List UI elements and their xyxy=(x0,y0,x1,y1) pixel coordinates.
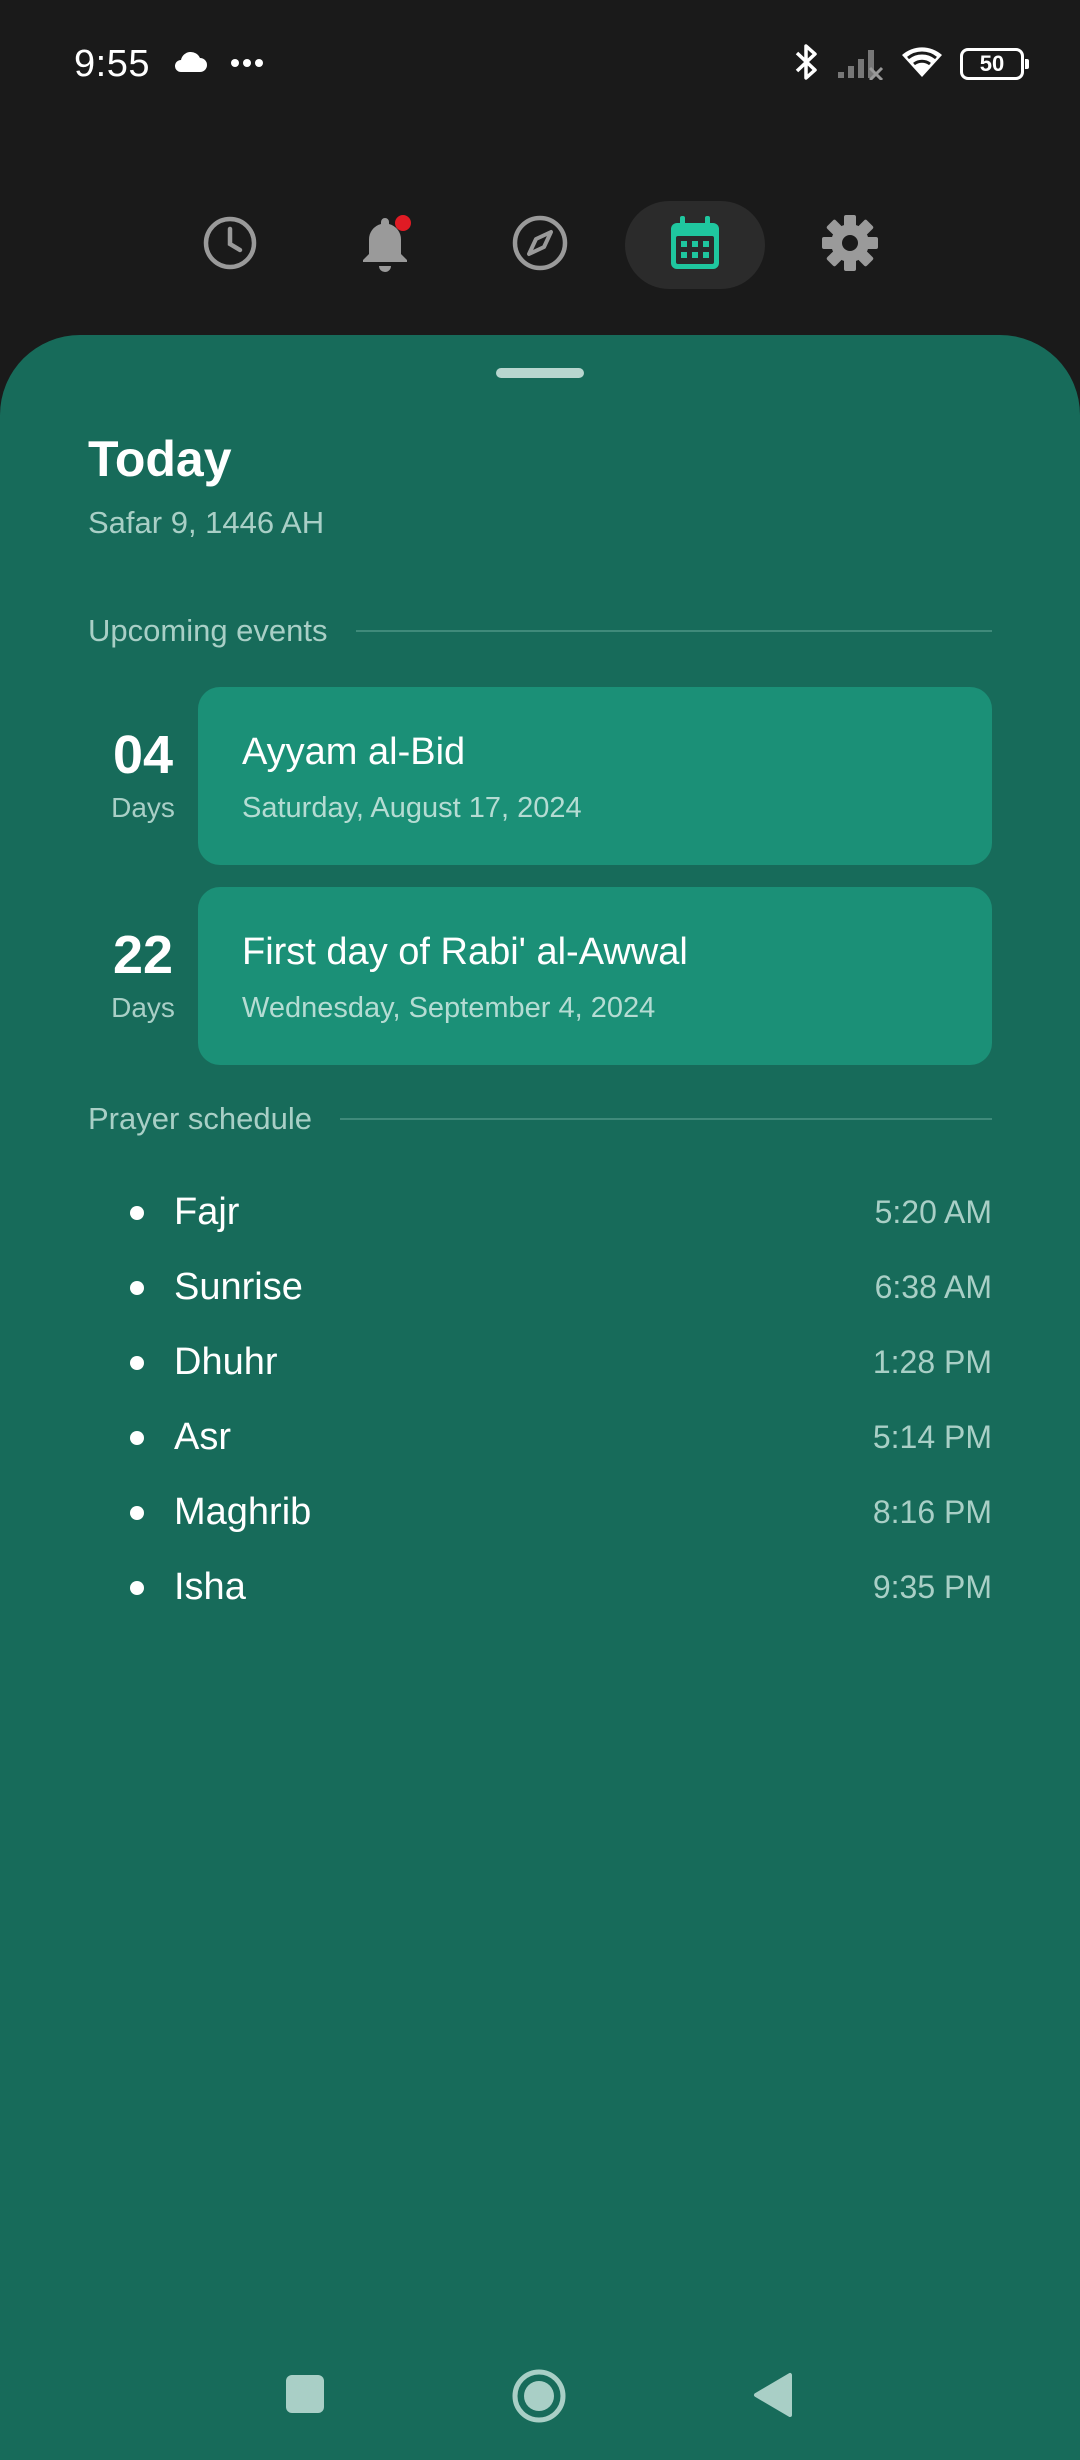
square-icon xyxy=(284,2373,326,2420)
status-time: 9:55 xyxy=(74,42,150,85)
system-navigation-bar xyxy=(0,2350,1080,2440)
list-item: Maghrib 8:16 PM xyxy=(88,1475,992,1550)
event-card[interactable]: Ayyam al-Bid Saturday, August 17, 2024 xyxy=(198,687,992,865)
countdown-unit: Days xyxy=(111,792,175,823)
bullet-icon xyxy=(130,1280,144,1295)
event-row: 04 Days Ayyam al-Bid Saturday, August 17… xyxy=(88,687,992,865)
countdown-number: 04 xyxy=(112,725,174,785)
recents-button[interactable] xyxy=(284,2373,326,2420)
tab-qibla-compass[interactable] xyxy=(470,201,610,289)
page-title: Today xyxy=(88,431,232,487)
back-button[interactable] xyxy=(752,2371,794,2424)
prayer-name: Fajr xyxy=(174,1191,240,1233)
upcoming-events-label: Upcoming events xyxy=(88,613,328,648)
wifi-icon xyxy=(900,45,944,84)
hijri-date: Safar 9, 1446 AH xyxy=(88,505,325,540)
countdown-unit: Days xyxy=(111,992,175,1023)
calendar-icon xyxy=(668,214,722,277)
event-countdown: 04 Days xyxy=(88,728,198,824)
prayer-time: 9:35 PM xyxy=(872,1569,992,1605)
countdown-number: 22 xyxy=(112,925,174,985)
prayer-name: Asr xyxy=(174,1416,231,1458)
prayer-schedule-header: Prayer schedule xyxy=(88,1101,992,1137)
bullet-icon xyxy=(130,1505,144,1520)
list-item: Asr 5:14 PM xyxy=(88,1400,992,1475)
upcoming-events-header: Upcoming events xyxy=(88,613,992,649)
prayer-time: 5:20 AM xyxy=(874,1194,992,1230)
signal-icon xyxy=(836,44,884,85)
calendar-sheet: Today Safar 9, 1446 AH Upcoming events 0… xyxy=(0,335,1080,2460)
compass-icon xyxy=(511,214,569,277)
clock-icon xyxy=(202,215,258,276)
battery-icon: 50 xyxy=(960,48,1029,80)
prayer-time: 5:14 PM xyxy=(872,1419,992,1455)
notification-badge xyxy=(395,215,411,231)
prayer-list: Fajr 5:20 AM Sunrise 6:38 AM Dhuhr 1:28 … xyxy=(88,1175,992,1625)
event-title: Ayyam al-Bid xyxy=(242,731,466,773)
tab-notifications[interactable] xyxy=(315,201,455,289)
bullet-icon xyxy=(130,1580,144,1595)
divider xyxy=(340,1118,992,1120)
list-item: Dhuhr 1:28 PM xyxy=(88,1325,992,1400)
event-title: First day of Rabi' al-Awwal xyxy=(242,931,688,973)
tab-settings[interactable] xyxy=(780,201,920,289)
bullet-icon xyxy=(130,1355,144,1370)
gear-icon xyxy=(821,214,879,277)
bluetooth-icon xyxy=(794,42,820,87)
event-countdown: 22 Days xyxy=(88,928,198,1024)
bullet-icon xyxy=(130,1205,144,1220)
event-date: Saturday, August 17, 2024 xyxy=(242,792,582,824)
bullet-icon xyxy=(130,1430,144,1445)
prayer-name: Maghrib xyxy=(174,1491,312,1533)
event-date: Wednesday, September 4, 2024 xyxy=(242,992,656,1024)
divider xyxy=(355,630,992,632)
status-bar-right: 50 xyxy=(794,42,1029,87)
prayer-time: 1:28 PM xyxy=(872,1344,992,1380)
prayer-name: Sunrise xyxy=(174,1266,303,1308)
top-navigation xyxy=(160,200,920,290)
status-bar: 9:55 50 xyxy=(0,0,1080,128)
more-dots-icon xyxy=(230,55,264,73)
prayer-time: 6:38 AM xyxy=(874,1269,992,1305)
event-card[interactable]: First day of Rabi' al-Awwal Wednesday, S… xyxy=(198,887,992,1065)
prayer-time: 8:16 PM xyxy=(872,1494,992,1530)
sheet-drag-handle[interactable] xyxy=(496,368,584,378)
status-bar-left: 9:55 xyxy=(74,43,264,86)
battery-level: 50 xyxy=(979,51,1005,76)
event-row: 22 Days First day of Rabi' al-Awwal Wedn… xyxy=(88,887,992,1065)
prayer-name: Isha xyxy=(174,1566,246,1608)
list-item: Isha 9:35 PM xyxy=(88,1550,992,1625)
tab-prayer-times[interactable] xyxy=(160,201,300,289)
cloud-icon xyxy=(172,50,208,79)
back-triangle-icon xyxy=(752,2371,794,2424)
prayer-schedule-label: Prayer schedule xyxy=(88,1101,313,1136)
home-button[interactable] xyxy=(511,2368,567,2429)
home-circle-icon xyxy=(511,2368,567,2429)
list-item: Fajr 5:20 AM xyxy=(88,1175,992,1250)
prayer-name: Dhuhr xyxy=(174,1341,278,1383)
list-item: Sunrise 6:38 AM xyxy=(88,1250,992,1325)
tab-calendar[interactable] xyxy=(625,201,765,289)
